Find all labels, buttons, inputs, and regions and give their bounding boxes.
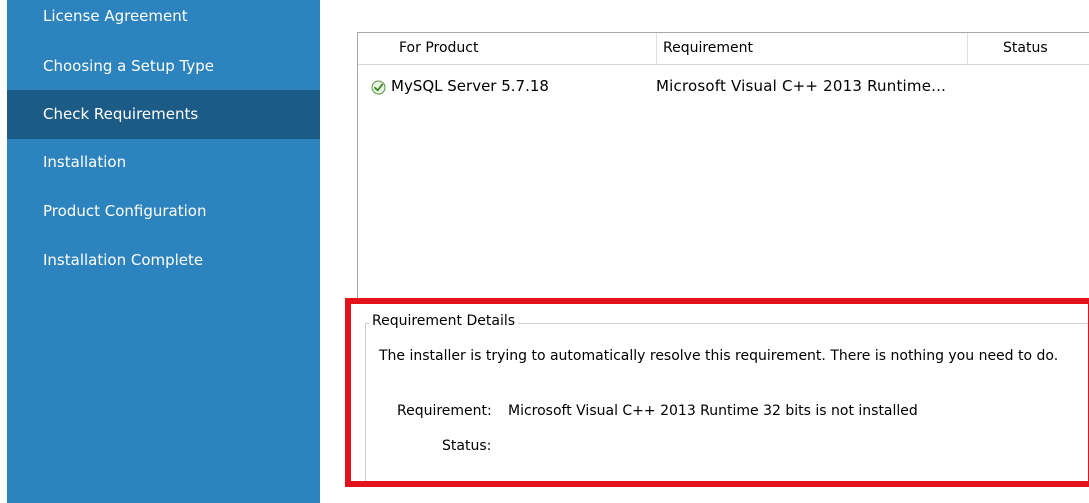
step-installation[interactable]: Installation <box>7 138 320 187</box>
column-header-status[interactable]: Status <box>967 33 1089 64</box>
step-product-configuration[interactable]: Product Configuration <box>7 187 320 236</box>
list-header: For Product Requirement Status <box>358 33 1089 65</box>
check-icon <box>371 79 386 95</box>
status-label: Status: <box>442 438 492 454</box>
requirement-label: Requirement: <box>397 403 492 419</box>
requirement-row[interactable]: MySQL Server 5.7.18 Microsoft Visual C++… <box>358 74 1089 98</box>
step-license-agreement[interactable]: License Agreement <box>7 0 320 41</box>
step-installation-complete[interactable]: Installation Complete <box>7 236 320 285</box>
step-check-requirements[interactable]: Check Requirements <box>7 90 320 139</box>
requirement-details-panel: Requirement Details The installer is try… <box>357 300 1089 503</box>
requirement-value: Microsoft Visual C++ 2013 Runtime 32 bit… <box>508 403 918 419</box>
requirement-details-title: Requirement Details <box>369 313 519 329</box>
requirement-details-message: The installer is trying to automatically… <box>379 348 1059 364</box>
column-header-requirement[interactable]: Requirement <box>656 33 967 64</box>
installer-steps-sidebar: License Agreement Choosing a Setup Type … <box>7 0 320 503</box>
row-requirement-cell: Microsoft Visual C++ 2013 Runtime... <box>656 77 947 95</box>
column-header-for-product[interactable]: For Product <box>393 33 656 64</box>
row-product-cell: MySQL Server 5.7.18 <box>391 77 549 95</box>
step-choosing-setup-type[interactable]: Choosing a Setup Type <box>7 42 320 91</box>
